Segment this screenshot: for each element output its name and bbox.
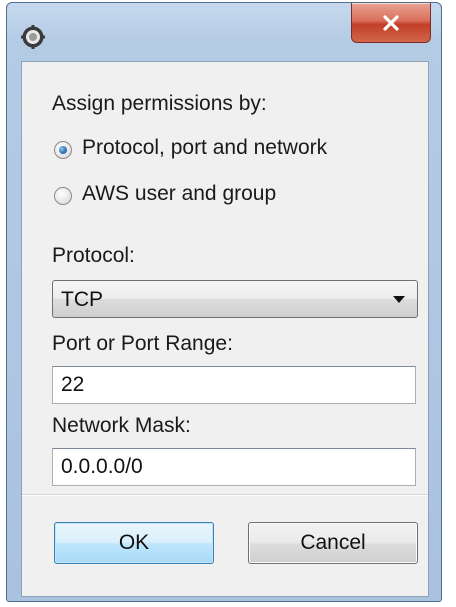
network-mask-input[interactable]: 0.0.0.0/0: [52, 448, 416, 486]
protocol-select-value: TCP: [61, 288, 103, 311]
radio-protocol-label[interactable]: Protocol, port and network: [82, 136, 327, 160]
port-range-input[interactable]: 22: [52, 366, 416, 404]
protocol-label: Protocol:: [52, 244, 135, 267]
network-mask-label: Network Mask:: [52, 414, 191, 437]
assign-permissions-label: Assign permissions by:: [52, 92, 267, 115]
cancel-button-label: Cancel: [300, 531, 366, 554]
protocol-select[interactable]: TCP: [52, 280, 418, 318]
cancel-button[interactable]: Cancel: [248, 522, 418, 564]
radio-aws-label[interactable]: AWS user and group: [82, 182, 276, 206]
radio-protocol-port-network[interactable]: [54, 141, 72, 159]
dialog-content: Assign permissions by: Protocol, port an…: [21, 61, 429, 597]
close-button[interactable]: [351, 3, 431, 43]
close-icon: [383, 14, 399, 31]
port-range-label: Port or Port Range:: [52, 332, 233, 355]
title-bar[interactable]: [7, 3, 441, 61]
gear-icon: [21, 25, 45, 49]
ok-button-label: OK: [118, 531, 150, 554]
radio-aws-user-group[interactable]: [54, 187, 72, 205]
chevron-down-icon: [393, 296, 405, 303]
dialog-window: Assign permissions by: Protocol, port an…: [6, 2, 442, 602]
ok-button[interactable]: OK: [54, 522, 214, 564]
button-separator: [22, 494, 428, 496]
